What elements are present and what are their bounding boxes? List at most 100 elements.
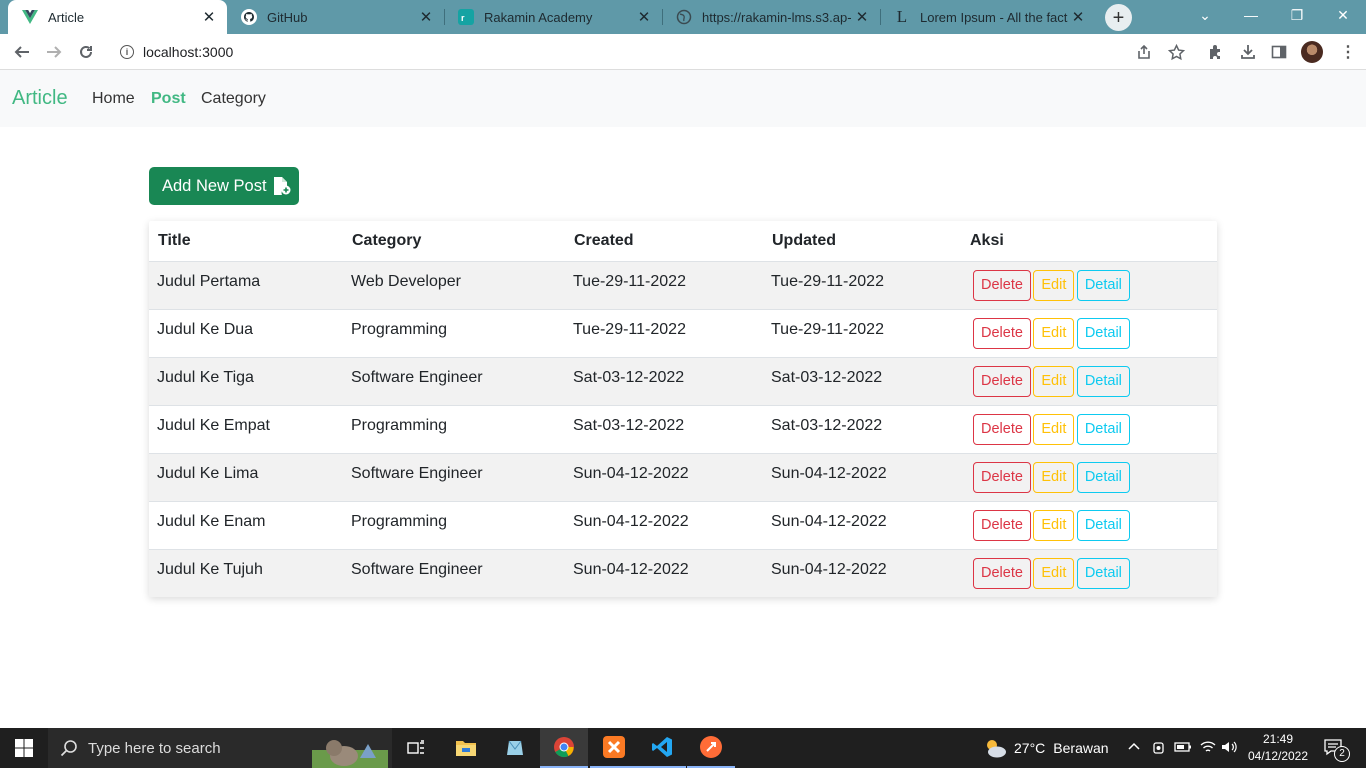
delete-button[interactable]: Delete [973,269,1031,301]
tab-search-icon[interactable]: ⌄ [1182,0,1228,30]
close-tab-icon[interactable]: ✕ [199,8,219,26]
notifications-icon[interactable]: 2 [1324,738,1350,762]
table-header-row: Title Category Created Updated Aksi [149,221,1217,262]
meet-now-icon[interactable] [1152,740,1166,759]
postman-icon[interactable] [687,728,735,768]
search-placeholder: Type here to search [88,739,221,757]
taskbar-clock[interactable]: 21:49 04/12/2022 [1242,731,1314,765]
tab-rakamin[interactable]: r Rakamin Academy ✕ [444,0,662,34]
chrome-icon[interactable] [540,728,588,768]
download-icon[interactable] [1239,43,1257,61]
nav-post[interactable]: Post [151,90,186,108]
forward-button[interactable] [42,40,66,64]
wifi-icon[interactable] [1199,740,1217,757]
battery-icon[interactable] [1174,740,1192,757]
cell-updated: Sun-04-12-2022 [763,500,961,549]
profile-avatar-icon[interactable] [1301,41,1323,63]
tab-title: https://rakamin-lms.s3.ap-so [702,9,852,25]
weather-desc: Berawan [1053,740,1109,756]
edit-button[interactable]: Edit [1033,269,1075,301]
close-tab-icon[interactable]: ✕ [1068,8,1088,26]
edit-button[interactable]: Edit [1033,413,1075,445]
vscode-icon[interactable] [638,728,686,768]
tab-title: GitHub [267,9,308,25]
reload-icon [80,45,92,58]
delete-button[interactable]: Delete [973,509,1031,541]
nav-home[interactable]: Home [92,90,135,108]
edit-button[interactable]: Edit [1033,365,1075,397]
table-row: Judul Pertama Web Developer Tue-29-11-20… [149,260,1217,309]
cell-updated: Tue-29-11-2022 [763,260,961,309]
extensions-icon[interactable] [1207,43,1225,61]
tab-title: Lorem Ipsum - All the facts - [920,9,1068,25]
delete-button[interactable]: Delete [973,317,1031,349]
add-new-post-button[interactable]: Add New Post [149,167,299,205]
close-tab-icon[interactable]: ✕ [634,8,654,26]
cell-created: Tue-29-11-2022 [565,260,763,309]
file-explorer-icon[interactable] [442,728,490,768]
clock-date: 04/12/2022 [1247,749,1309,763]
weather-temp: 27°C [1014,740,1046,756]
address-bar[interactable]: i localhost:3000 [110,37,1194,67]
brand-link[interactable]: Article [12,87,68,110]
share-icon[interactable] [1135,43,1153,61]
new-tab-button[interactable]: + [1105,4,1132,31]
cell-actions: Delete Edit Detail [961,452,1217,501]
arrow-right-icon [47,46,62,58]
detail-button[interactable]: Detail [1076,461,1130,493]
task-view-icon[interactable] [392,728,440,768]
detail-button[interactable]: Detail [1076,557,1130,589]
delete-button[interactable]: Delete [973,365,1031,397]
side-panel-icon[interactable] [1270,43,1288,61]
delete-button[interactable]: Delete [973,557,1031,589]
volume-icon[interactable] [1221,740,1239,757]
nav-category[interactable]: Category [201,90,266,108]
cell-title: Judul Pertama [149,260,343,309]
column-header-updated: Updated [763,221,961,262]
tab-github[interactable]: GitHub ✕ [227,0,444,34]
restore-button[interactable]: ❐ [1274,0,1320,30]
close-tab-icon[interactable]: ✕ [852,8,872,26]
edit-button[interactable]: Edit [1033,509,1075,541]
url-text: localhost:3000 [143,44,234,60]
edit-button[interactable]: Edit [1033,461,1075,493]
tab-rakamin-lms[interactable]: https://rakamin-lms.s3.ap-so ✕ [662,0,880,34]
edit-button[interactable]: Edit [1033,317,1075,349]
cell-actions: Delete Edit Detail [961,548,1217,597]
taskbar-search[interactable]: Type here to search [48,728,392,768]
xampp-icon[interactable] [590,728,638,768]
back-button[interactable] [10,40,34,64]
site-info-icon[interactable]: i [120,45,134,59]
delete-button[interactable]: Delete [973,413,1031,445]
svg-text:r: r [461,13,465,23]
close-window-button[interactable]: ✕ [1320,0,1366,30]
reload-button[interactable] [74,40,98,64]
chevron-up-icon[interactable] [1127,740,1141,757]
start-button[interactable] [0,728,48,768]
table-row: Judul Ke Dua Programming Tue-29-11-2022 … [149,308,1217,357]
cell-created: Sat-03-12-2022 [565,404,763,453]
bookmark-star-icon[interactable] [1167,43,1185,61]
tab-article[interactable]: Article ✕ [8,0,227,34]
cell-category: Programming [343,308,565,357]
detail-button[interactable]: Detail [1076,269,1130,301]
cell-updated: Sun-04-12-2022 [763,548,961,597]
detail-button[interactable]: Detail [1076,509,1130,541]
browser-toolbar: i localhost:3000 ⋮ [0,34,1366,70]
tab-lorem-ipsum[interactable]: L Lorem Ipsum - All the facts - ✕ [880,0,1096,34]
mail-app-icon[interactable] [491,728,539,768]
detail-button[interactable]: Detail [1076,317,1130,349]
delete-button[interactable]: Delete [973,461,1031,493]
minimize-button[interactable]: — [1228,0,1274,30]
cell-updated: Sat-03-12-2022 [763,356,961,405]
cell-actions: Delete Edit Detail [961,500,1217,549]
menu-kebab-icon[interactable]: ⋮ [1339,43,1357,61]
cell-category: Programming [343,404,565,453]
close-tab-icon[interactable]: ✕ [416,8,436,26]
posts-table: Title Category Created Updated Aksi Judu… [149,221,1217,597]
detail-button[interactable]: Detail [1076,413,1130,445]
detail-button[interactable]: Detail [1076,365,1130,397]
edit-button[interactable]: Edit [1033,557,1075,589]
weather-widget[interactable]: 27°C Berawan [982,728,1109,768]
cell-title: Judul Ke Enam [149,500,343,549]
